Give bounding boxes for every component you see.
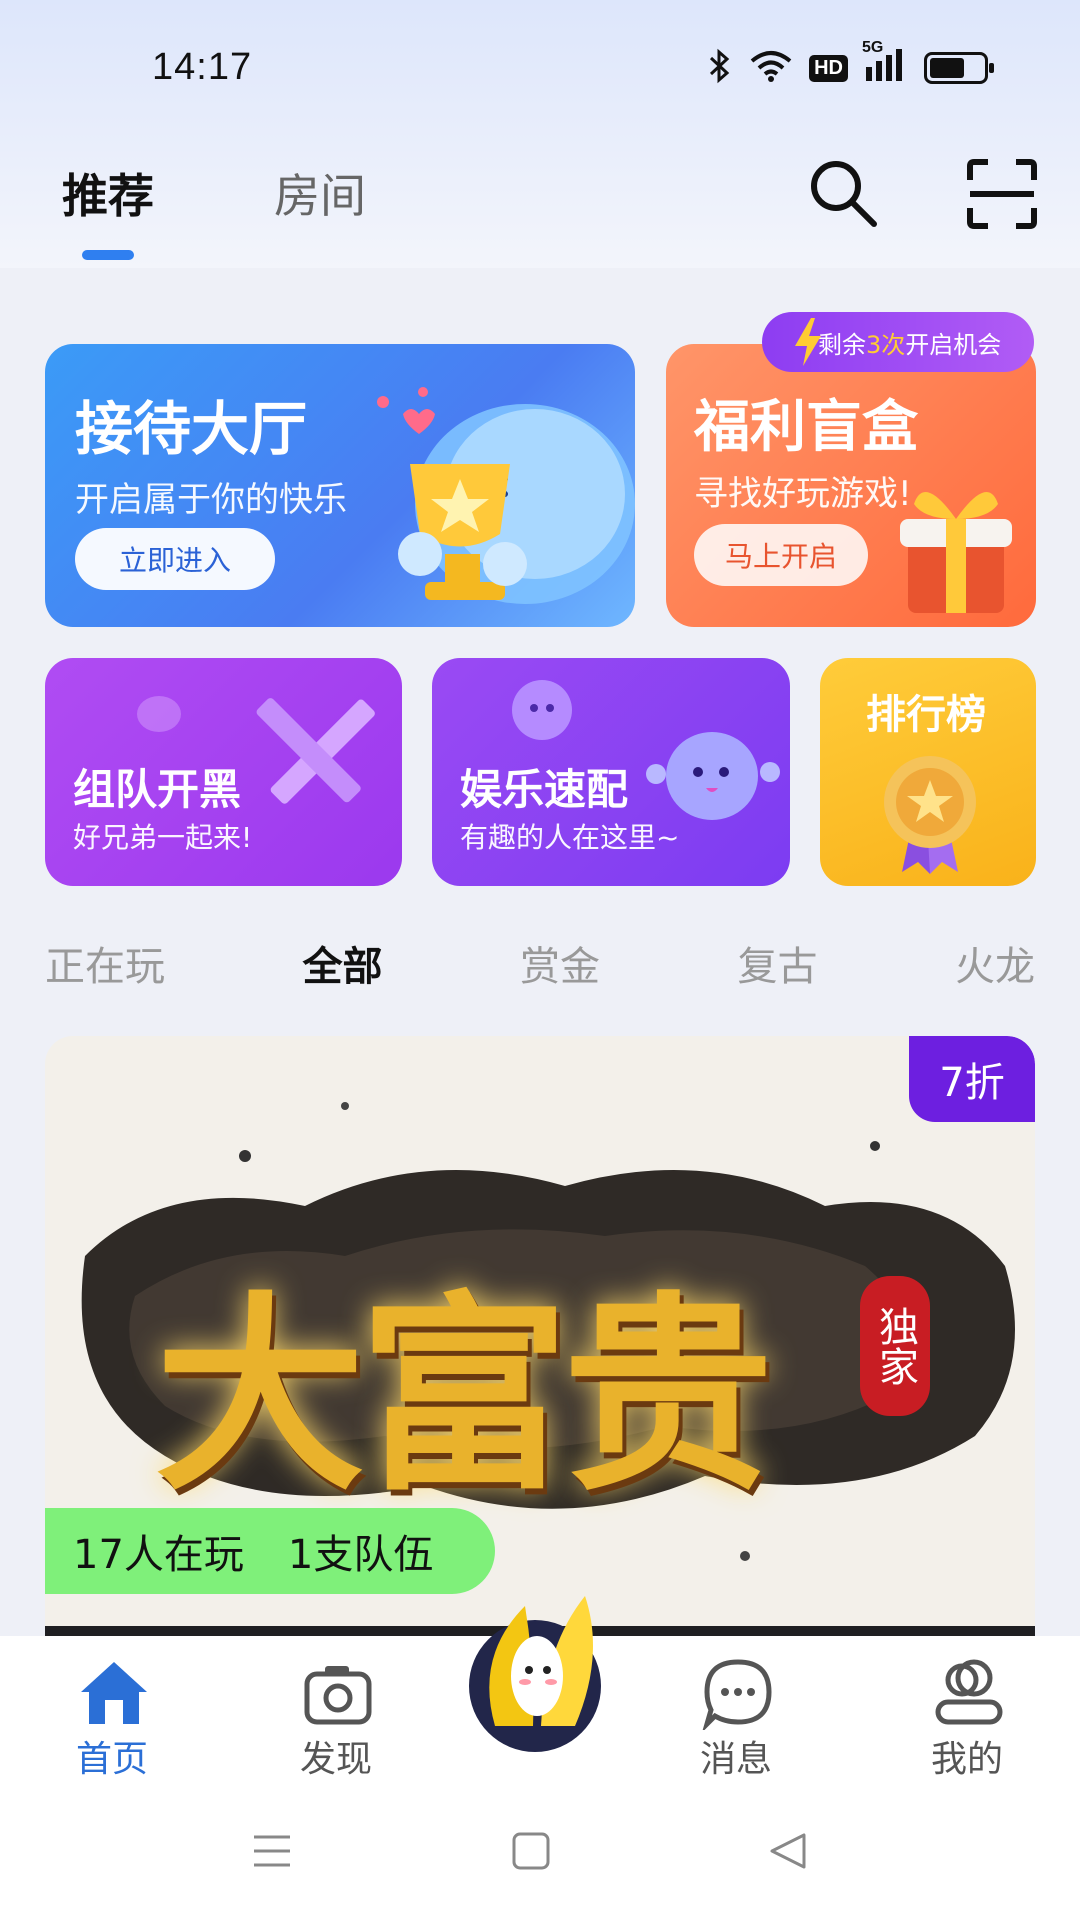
status-bar: 14:17 HD 5G <box>0 0 1080 135</box>
camera-icon <box>304 1666 372 1725</box>
signal-icon: 5G <box>862 39 908 87</box>
reception-title: 接待大厅 <box>75 395 308 463</box>
wifi-icon <box>749 49 793 87</box>
home-icon <box>81 1662 147 1724</box>
nav-messages-label: 消息 <box>699 1739 772 1780</box>
badge-prefix: 剩余 <box>818 330 866 359</box>
tab-recommend[interactable]: 推荐 <box>62 160 154 226</box>
game-logo-text: 大富贵 <box>155 1272 773 1519</box>
scan-button[interactable] <box>966 158 1038 230</box>
reception-subtitle: 开启属于你的快乐 <box>75 480 347 520</box>
entertainment-subtitle: 有趣的人在这里~ <box>460 821 680 854</box>
reception-hall-card[interactable]: 接待大厅 开启属于你的快乐 立即进入 <box>45 344 635 627</box>
top-tabs: 推荐 房间 <box>62 160 366 226</box>
category-tabs: 正在玩 全部 赏金 复古 火龙 <box>45 934 1035 992</box>
game-banner-card[interactable]: 大富贵 独家 7折 17人在玩 1支队伍 <box>45 1036 1035 1636</box>
lightning-icon <box>795 318 821 366</box>
profile-icon <box>935 1659 1003 1725</box>
teams-count: 1支队伍 <box>287 1532 434 1578</box>
search-icon <box>811 161 877 227</box>
center-mascot-button[interactable] <box>455 1576 625 1756</box>
nav-discover[interactable]: 发现 <box>266 1636 406 1786</box>
tab-playing[interactable]: 正在玩 <box>45 934 165 992</box>
players-info-strip: 17人在玩 1支队伍 <box>45 1508 495 1594</box>
mascot-trophy-illustration <box>377 387 635 604</box>
crossed-swords-icon <box>256 698 375 804</box>
players-count: 17人在玩 <box>73 1532 244 1578</box>
system-navigation-bar <box>0 1786 1080 1920</box>
tab-fire-dragon[interactable]: 火龙 <box>955 934 1035 992</box>
battery-icon <box>924 52 994 84</box>
badge-count: 3次 <box>866 330 906 359</box>
ghost-decoration-icon <box>137 696 181 732</box>
menu-icon[interactable] <box>252 1831 292 1871</box>
tab-rooms[interactable]: 房间 <box>274 160 366 226</box>
search-button[interactable] <box>806 156 882 232</box>
blind-box-subtitle: 寻找好玩游戏! <box>694 474 912 514</box>
enter-now-button[interactable]: 立即进入 <box>75 528 275 590</box>
team-up-title: 组队开黑 <box>73 765 242 814</box>
home-button-icon[interactable] <box>512 1831 550 1871</box>
ranking-title: 排行榜 <box>866 692 986 738</box>
chat-icon <box>702 1659 772 1730</box>
tab-retro[interactable]: 复古 <box>738 934 818 992</box>
ranking-card[interactable]: 排行榜 <box>820 658 1036 886</box>
tab-all[interactable]: 全部 <box>303 934 383 992</box>
ghost-decoration-icon <box>512 680 572 740</box>
badge-suffix: 开启机会 <box>905 330 1002 359</box>
status-time: 14:17 <box>152 46 253 88</box>
medal-icon <box>884 756 976 874</box>
nav-home[interactable]: 首页 <box>42 1636 182 1786</box>
nav-profile[interactable]: 我的 <box>897 1636 1037 1786</box>
nav-profile-label: 我的 <box>930 1739 1003 1780</box>
nav-home-label: 首页 <box>75 1739 148 1780</box>
scan-icon <box>967 159 1037 229</box>
blind-box-title: 福利盲盒 <box>694 395 918 460</box>
entertainment-title: 娱乐速配 <box>460 765 629 814</box>
nav-messages[interactable]: 消息 <box>666 1636 806 1786</box>
discount-badge: 7折 <box>909 1036 1035 1122</box>
gift-box-illustration <box>900 492 1012 613</box>
team-up-subtitle: 好兄弟一起来! <box>73 821 253 854</box>
open-now-button[interactable]: 马上开启 <box>694 524 868 586</box>
active-tab-indicator <box>82 250 134 260</box>
exclusive-seal: 独家 <box>860 1276 930 1416</box>
tab-bounty[interactable]: 赏金 <box>520 934 600 992</box>
blind-box-card[interactable]: 福利盲盒 寻找好玩游戏! 马上开启 <box>666 344 1036 627</box>
entertainment-match-card[interactable]: 娱乐速配 有趣的人在这里~ <box>432 658 790 886</box>
bluetooth-icon <box>707 48 733 88</box>
team-up-card[interactable]: 组队开黑 好兄弟一起来! <box>45 658 402 886</box>
back-icon[interactable] <box>768 1831 808 1871</box>
hd-icon: HD <box>809 54 848 82</box>
nav-discover-label: 发现 <box>299 1739 372 1780</box>
corn-mascot-icon <box>469 1596 601 1752</box>
